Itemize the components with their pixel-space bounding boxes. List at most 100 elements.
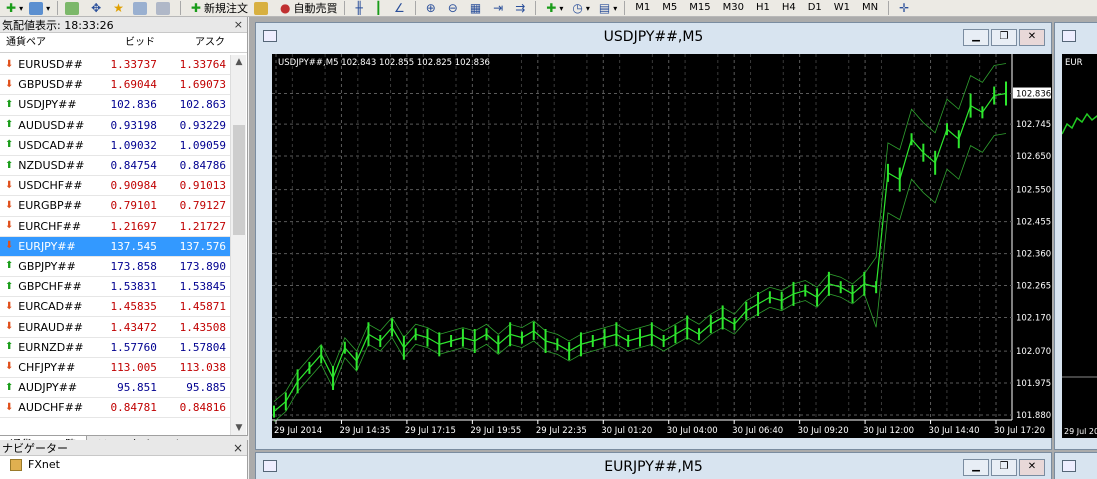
price-series xyxy=(273,63,1007,422)
column-header-symbol[interactable]: 通貨ペア xyxy=(0,33,92,52)
navigator-item-fxnet[interactable]: FXnet xyxy=(0,456,247,474)
table-row[interactable]: ⬆ AUDJPY## 95.851 95.885 xyxy=(0,378,230,399)
table-row[interactable]: ⬇ EURJPY## 137.545 137.576 xyxy=(0,236,230,257)
table-row[interactable]: ⬆ NZDUSD## 0.84754 0.84786 xyxy=(0,156,230,177)
table-row[interactable]: ⬆ GBPCHF## 1.53831 1.53845 xyxy=(0,277,230,298)
table-row[interactable]: ⬆ USDJPY## 102.836 102.863 xyxy=(0,95,230,116)
table-row[interactable]: ⬇ CHFJPY## 113.005 113.038 xyxy=(0,358,230,378)
bid-cell: 0.79101 xyxy=(110,199,157,213)
bid-cell: 1.45835 xyxy=(110,300,157,314)
table-row[interactable]: ⬇ EURCAD## 1.45835 1.45871 xyxy=(0,297,230,318)
table-row[interactable]: ⬇ AUDCHF## 0.84781 0.84816 xyxy=(0,398,230,419)
column-header-ask[interactable]: アスク xyxy=(159,33,229,52)
terminal-button[interactable] xyxy=(130,0,153,16)
new-chart-button[interactable]: ✚ ▾ xyxy=(0,0,26,16)
market-watch-title: 気配値表示: 18:33:26 xyxy=(2,18,114,32)
price-line xyxy=(273,92,1007,413)
timeframe-h1[interactable]: H1 xyxy=(750,0,776,16)
tester-button[interactable] xyxy=(153,0,176,16)
autotrading-button[interactable]: ● 自動売買 xyxy=(274,0,340,16)
timeframe-m30[interactable]: M30 xyxy=(717,0,750,16)
timeframe-d1[interactable]: D1 xyxy=(802,0,828,16)
minimize-button[interactable]: ▁ xyxy=(963,459,989,476)
chart-window-icon xyxy=(1062,30,1076,42)
zoom-out-button[interactable]: ⊖ xyxy=(442,0,464,16)
time-tick-label: 30 Jul 04:00 xyxy=(667,426,718,436)
periods-button[interactable]: ◷ ▾ xyxy=(566,0,593,16)
tile-windows-button[interactable]: ▦ xyxy=(464,0,487,16)
timeframe-m15[interactable]: M15 xyxy=(683,0,716,16)
table-row[interactable]: ⬇ EURGBP## 0.79101 0.79127 xyxy=(0,196,230,217)
profiles-button[interactable]: ▾ xyxy=(26,0,53,16)
timeframe-w1[interactable]: W1 xyxy=(828,0,856,16)
timeframe-m5[interactable]: M5 xyxy=(656,0,683,16)
chart-window-side[interactable]: EUR 29 Jul 20 xyxy=(1054,22,1097,450)
chart-shift-button[interactable]: ⇥ xyxy=(487,0,509,16)
toolbar-separator xyxy=(57,1,59,15)
side-price-chart[interactable]: EUR 29 Jul 20 xyxy=(1062,54,1097,438)
scroll-up-icon[interactable]: ▲ xyxy=(231,55,247,69)
time-tick-label: 29 Jul 22:35 xyxy=(536,426,587,436)
table-row[interactable]: ⬇ EURUSD## 1.33737 1.33764 xyxy=(0,55,230,76)
clock-icon: ◷ xyxy=(572,1,583,15)
timeframe-mn[interactable]: MN xyxy=(856,0,884,16)
bid-cell: 1.69044 xyxy=(110,78,157,92)
chart-window-titlebar[interactable] xyxy=(1055,453,1097,479)
table-row[interactable]: ⬆ AUDUSD## 0.93198 0.93229 xyxy=(0,116,230,136)
chart-window-titlebar[interactable] xyxy=(1055,23,1097,51)
timeframe-m1[interactable]: M1 xyxy=(629,0,656,16)
column-header-bid[interactable]: ビッド xyxy=(92,33,159,52)
table-row[interactable]: ⬇ EURCHF## 1.21697 1.21727 xyxy=(0,217,230,237)
favorites-button[interactable]: ★ xyxy=(107,0,130,16)
chart-window-titlebar[interactable]: EURJPY##,M5 ▁ ❐ ✕ xyxy=(256,453,1051,479)
scrollbar-thumb[interactable] xyxy=(233,125,245,235)
chart-window-usdjpy[interactable]: USDJPY##,M5 ▁ ❐ ✕ USDJPY##,M5 102.843 10… xyxy=(255,22,1052,450)
line-chart-button[interactable]: ∠ xyxy=(388,0,411,16)
bid-cell: 173.858 xyxy=(110,259,157,273)
market-watch-panel: 気配値表示: 18:33:26 × 通貨ペア ビッド アスク ⬇ EURUSD##… xyxy=(0,17,248,453)
meta-editor-button[interactable] xyxy=(251,0,274,16)
chart-window-side-bottom[interactable] xyxy=(1054,452,1097,479)
close-button[interactable]: ✕ xyxy=(1019,29,1045,46)
terminal-icon xyxy=(132,1,147,15)
navigator-button[interactable]: ✥ xyxy=(85,0,107,16)
table-row[interactable]: ⬆ USDCAD## 1.09032 1.09059 xyxy=(0,136,230,156)
new-order-button[interactable]: ✚ 新規注文 xyxy=(185,0,251,16)
chart-window-eurjpy[interactable]: EURJPY##,M5 ▁ ❐ ✕ xyxy=(255,452,1052,479)
arrow-up-icon: ⬆ xyxy=(5,159,14,171)
close-button[interactable]: ✕ xyxy=(1019,459,1045,476)
templates-button[interactable]: ▤ ▾ xyxy=(593,0,620,16)
auto-scroll-button[interactable]: ⇉ xyxy=(509,0,531,16)
ask-cell: 1.45871 xyxy=(179,300,226,314)
candle-chart-button[interactable]: ┃ xyxy=(369,0,388,16)
table-row[interactable]: ⬇ EURAUD## 1.43472 1.43508 xyxy=(0,317,230,338)
zoom-in-button[interactable]: ⊕ xyxy=(420,0,442,16)
market-watch-scrollbar[interactable]: ▲ ▼ xyxy=(230,55,246,435)
close-icon[interactable]: × xyxy=(234,18,243,31)
table-row[interactable]: ⬇ USDCHF## 0.90984 0.91013 xyxy=(0,176,230,197)
chart-window-titlebar[interactable]: USDJPY##,M5 ▁ ❐ ✕ xyxy=(256,23,1051,51)
scroll-down-icon[interactable]: ▼ xyxy=(231,421,247,435)
bar-chart-button[interactable]: ╫ xyxy=(349,0,368,16)
maximize-button[interactable]: ❐ xyxy=(991,29,1017,46)
candlestick-icon: ┃ xyxy=(374,1,382,15)
new-order-label: 新規注文 xyxy=(203,2,248,15)
arrow-up-icon: ⬆ xyxy=(5,381,14,393)
window-icon xyxy=(29,1,44,15)
table-row[interactable]: ⬆ EURNZD## 1.57760 1.57804 xyxy=(0,338,230,358)
crosshair-button[interactable]: ✛ xyxy=(893,0,915,16)
plus-icon: ✚ xyxy=(6,1,17,15)
price-chart[interactable]: USDJPY##,M5 102.843 102.855 102.825 102.… xyxy=(272,54,1052,438)
symbol-cell: GBPJPY## xyxy=(18,259,76,273)
toolbar-separator xyxy=(624,1,626,15)
timeframe-h4[interactable]: H4 xyxy=(776,0,802,16)
table-row[interactable]: ⬇ GBPUSD## 1.69044 1.69073 xyxy=(0,75,230,96)
minimize-button[interactable]: ▁ xyxy=(963,29,989,46)
toolbar-separator xyxy=(179,1,181,15)
chart-window-icon xyxy=(263,30,277,42)
maximize-button[interactable]: ❐ xyxy=(991,459,1017,476)
market-watch-button[interactable] xyxy=(62,0,85,16)
table-row[interactable]: ⬆ GBPJPY## 173.858 173.890 xyxy=(0,257,230,278)
close-icon[interactable]: × xyxy=(233,442,243,454)
indicators-button[interactable]: ✚ ▾ xyxy=(540,0,566,16)
